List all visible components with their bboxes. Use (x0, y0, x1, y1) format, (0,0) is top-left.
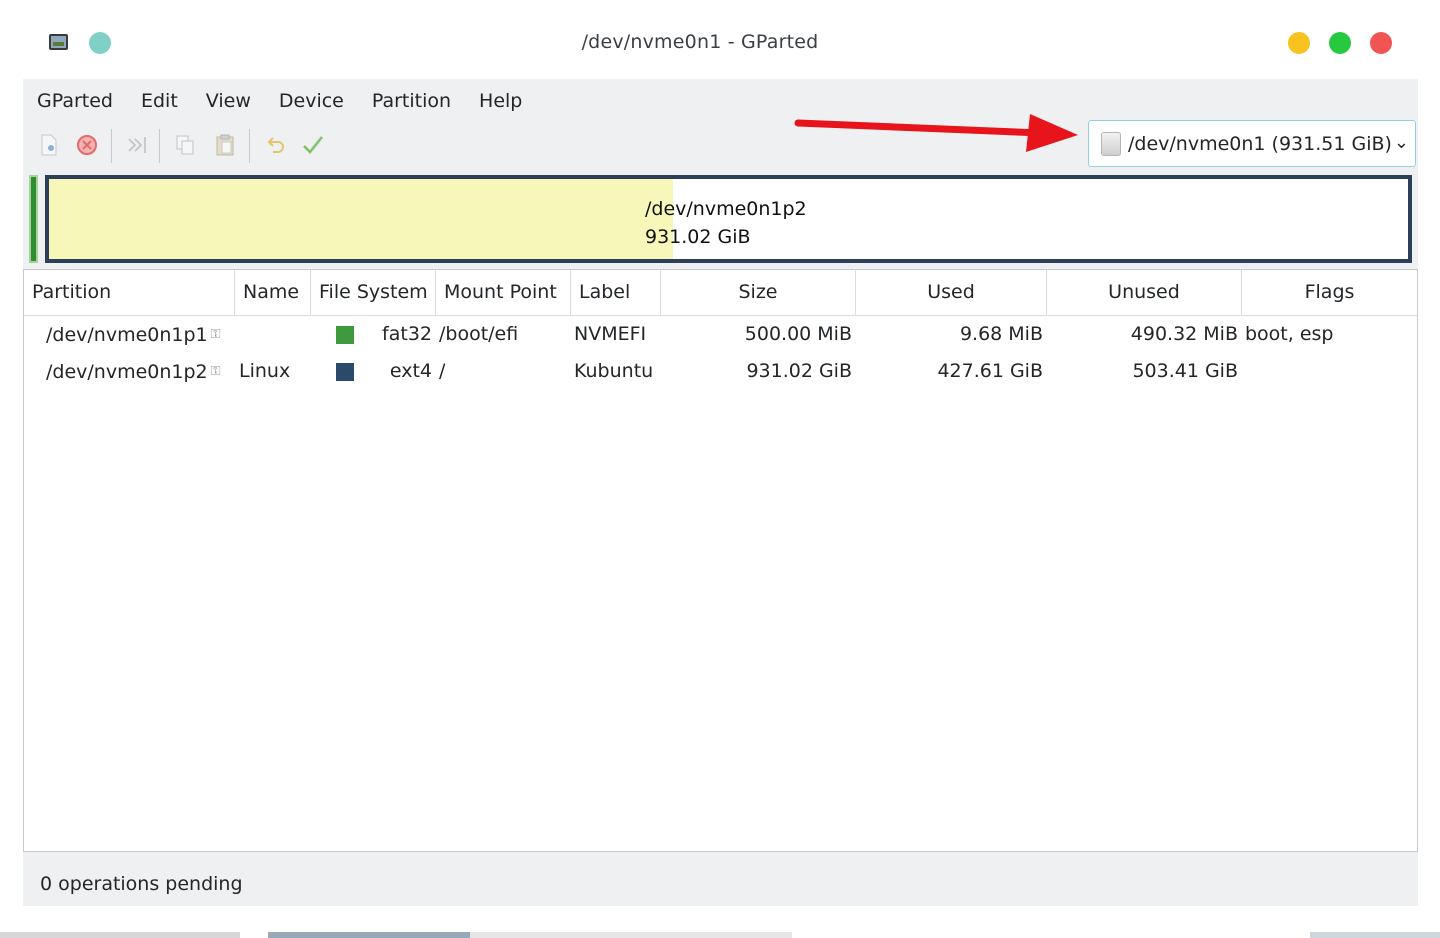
device-selector-label: /dev/nvme0n1 (931.51 GiB) (1128, 132, 1392, 155)
key-icon: ⚿ (210, 364, 221, 379)
partition-path: /dev/nvme0n1p2 (46, 361, 208, 383)
maximize-button[interactable] (1329, 32, 1351, 54)
paste-icon (216, 134, 234, 156)
size-cell: 500.00 MiB (744, 323, 852, 345)
partition-cell: /dev/nvme0n1p1 ⚿ (46, 316, 221, 353)
menu-device[interactable]: Device (265, 85, 358, 117)
partition-used-fill (49, 179, 673, 259)
flags-cell: boot, esp (1245, 323, 1334, 345)
copy-icon (176, 135, 194, 155)
unused-cell: 503.41 GiB (1132, 360, 1238, 382)
taskbar-strip (0, 932, 1440, 938)
resize-move-icon (128, 137, 146, 153)
paste-button[interactable] (211, 131, 239, 159)
menu-bar: GParted Edit View Device Partition Help (23, 85, 536, 117)
size-cell: 931.02 GiB (746, 360, 852, 382)
undo-icon (267, 137, 284, 153)
delete-partition-button[interactable] (73, 131, 101, 159)
delete-icon (77, 135, 97, 155)
filesystem-color-swatch (336, 326, 354, 344)
toolbar-separator (159, 129, 160, 163)
column-mount-point[interactable]: Mount Point (436, 270, 571, 315)
used-cell: 9.68 MiB (959, 323, 1043, 345)
menu-view[interactable]: View (192, 85, 265, 117)
mount-point-cell: / (439, 360, 446, 382)
label-cell: Kubuntu (574, 360, 654, 382)
toolbar-separator (111, 129, 112, 163)
disk-icon (1101, 131, 1121, 156)
partition-map-text: /dev/nvme0n1p2 931.02 GiB (645, 195, 807, 251)
partition-map: /dev/nvme0n1p2 931.02 GiB (29, 175, 1412, 263)
filesystem-cell: ext4 (389, 360, 432, 382)
table-header: Partition Name File System Mount Point L… (24, 270, 1417, 316)
menu-gparted[interactable]: GParted (23, 85, 127, 117)
column-size[interactable]: Size (661, 270, 856, 315)
apply-icon (302, 136, 324, 155)
column-name[interactable]: Name (235, 270, 311, 315)
menu-help[interactable]: Help (465, 85, 536, 117)
column-partition[interactable]: Partition (24, 270, 235, 315)
title-bar: /dev/nvme0n1 - GParted (0, 0, 1440, 79)
label-cell: NVMEFI (574, 323, 647, 345)
apply-button[interactable] (299, 131, 327, 159)
annotation-arrow-icon (794, 114, 1078, 152)
column-unused[interactable]: Unused (1047, 270, 1242, 315)
partition-map-name: /dev/nvme0n1p2 (645, 198, 807, 220)
copy-button[interactable] (171, 131, 199, 159)
device-selector[interactable]: /dev/nvme0n1 (931.51 GiB) ⌄ (1088, 120, 1416, 167)
new-icon (41, 134, 57, 156)
partition-cell: /dev/nvme0n1p2 ⚿ (46, 353, 221, 390)
unused-cell: 490.32 MiB (1130, 323, 1238, 345)
mount-point-cell: /boot/efi (439, 323, 519, 345)
undo-button[interactable] (261, 131, 289, 159)
new-partition-button[interactable] (35, 131, 63, 159)
gparted-window: GParted Edit View Device Partition Help (23, 79, 1418, 906)
menu-edit[interactable]: Edit (127, 85, 192, 117)
key-icon: ⚿ (210, 327, 221, 342)
filesystem-cell: fat32 (382, 323, 432, 345)
table-row[interactable]: /dev/nvme0n1p2 ⚿ Linux ext4 / Kubuntu 931… (24, 353, 1417, 390)
column-label[interactable]: Label (571, 270, 661, 315)
menu-partition[interactable]: Partition (358, 85, 465, 117)
name-cell: Linux (239, 360, 291, 382)
toolbar-separator (249, 129, 250, 163)
partition-map-p2[interactable]: /dev/nvme0n1p2 931.02 GiB (45, 175, 1412, 263)
used-cell: 427.61 GiB (937, 360, 1043, 382)
status-bar: 0 operations pending (40, 873, 243, 895)
resize-move-button[interactable] (123, 131, 151, 159)
chevron-down-icon: ⌄ (1393, 132, 1409, 153)
column-flags[interactable]: Flags (1242, 270, 1417, 315)
table-row[interactable]: /dev/nvme0n1p1 ⚿ fat32 /boot/efi NVMEFI 5… (24, 316, 1417, 353)
filesystem-color-swatch (336, 363, 354, 381)
partition-map-size: 931.02 GiB (645, 226, 751, 248)
column-file-system[interactable]: File System (311, 270, 436, 315)
partition-map-p1[interactable] (29, 175, 38, 263)
column-used[interactable]: Used (856, 270, 1047, 315)
partition-table: Partition Name File System Mount Point L… (23, 269, 1418, 852)
window-title: /dev/nvme0n1 - GParted (581, 31, 819, 53)
minimize-button[interactable] (1288, 32, 1310, 54)
close-button[interactable] (1370, 32, 1392, 54)
partition-path: /dev/nvme0n1p1 (46, 324, 208, 346)
